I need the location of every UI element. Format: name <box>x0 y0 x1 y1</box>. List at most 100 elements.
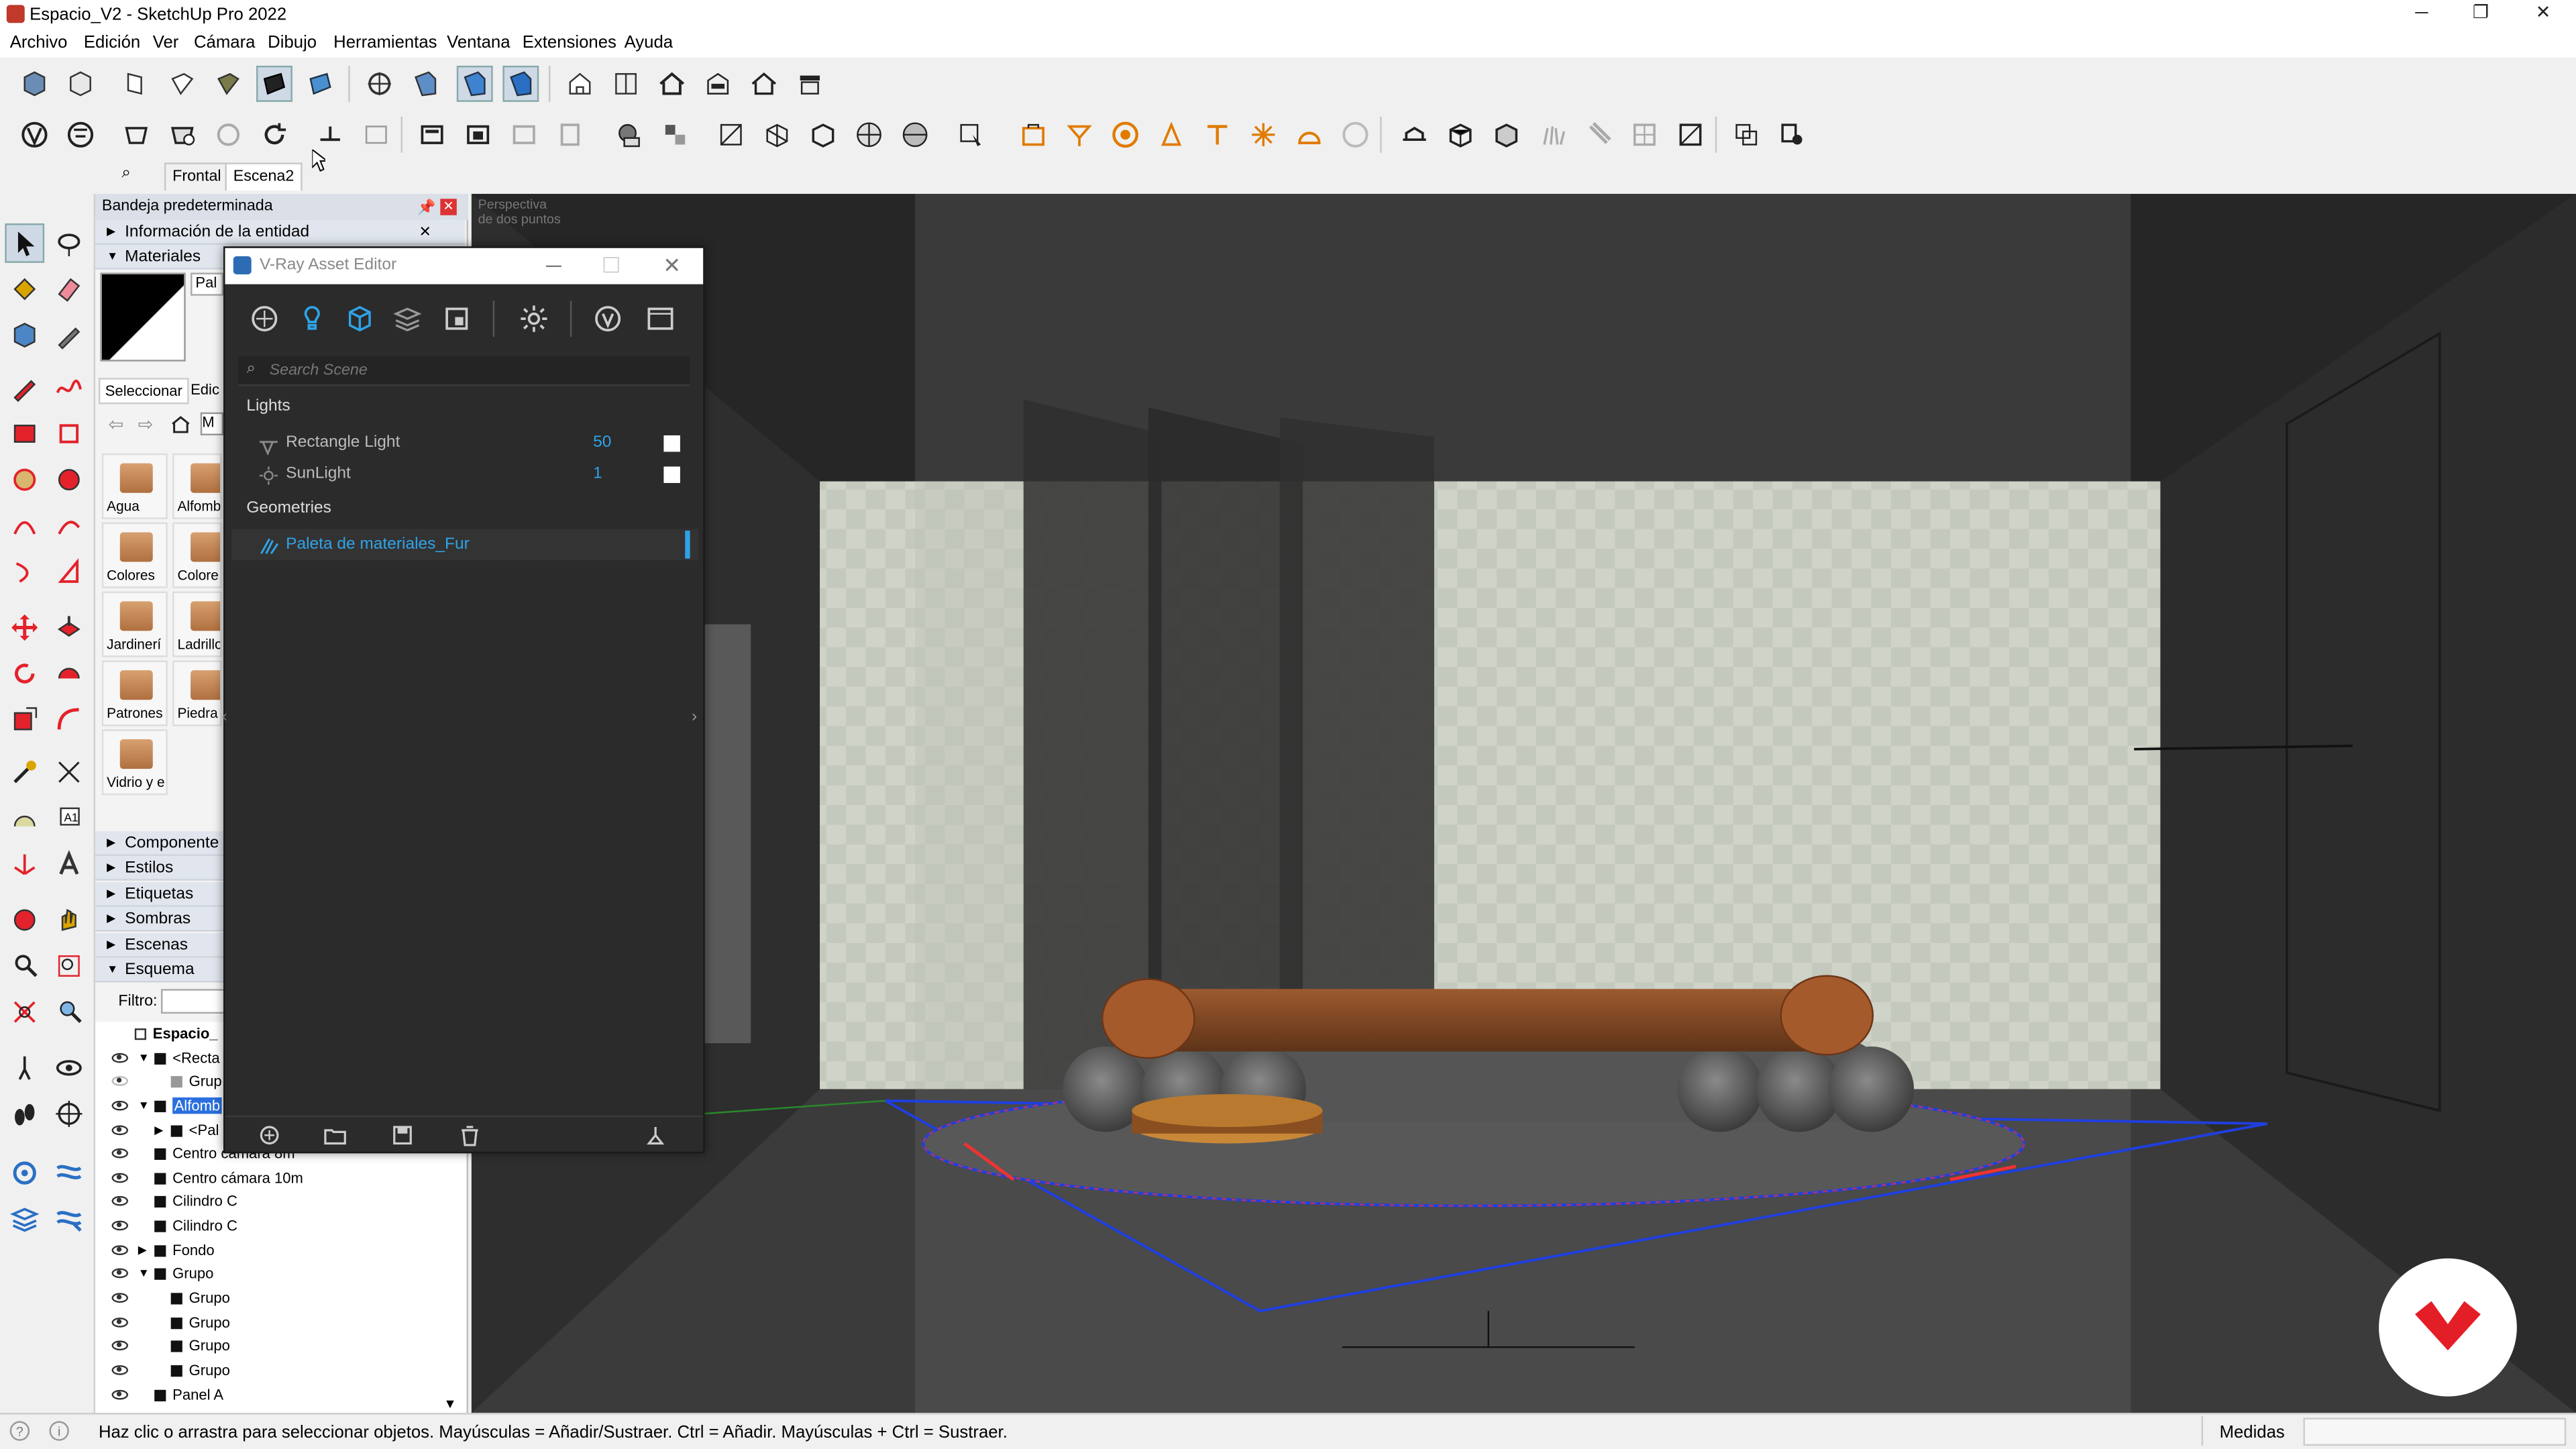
scale-icon[interactable] <box>5 700 44 739</box>
light-row-rectangle[interactable]: Rectangle Light 50 <box>225 427 686 459</box>
section-plane-tool-icon[interactable] <box>49 1094 89 1134</box>
visibility-icon[interactable] <box>111 1220 129 1231</box>
polygon-icon[interactable] <box>49 460 89 500</box>
vray-rect-light-icon[interactable] <box>414 117 450 153</box>
vray-ies-light-icon[interactable] <box>552 117 588 153</box>
scroll-down-icon[interactable]: ▼ <box>443 1397 463 1413</box>
back-arrow-icon[interactable]: ⇦ <box>109 414 124 435</box>
visibility-icon[interactable] <box>111 1148 129 1159</box>
zoom-extents-icon[interactable] <box>5 992 44 1032</box>
open-folder-icon[interactable] <box>323 1124 346 1146</box>
vray-settings-icon[interactable] <box>1774 117 1811 153</box>
vray-fur-icon[interactable] <box>1397 117 1433 153</box>
home-icon[interactable] <box>654 66 690 102</box>
vray-clipper-icon[interactable] <box>759 117 795 153</box>
material-folder-vidrio[interactable]: Vidrio y e <box>101 729 168 796</box>
section-plane-icon[interactable] <box>362 66 398 102</box>
select-tool-icon[interactable] <box>5 223 45 263</box>
vray-light-disabled-icon[interactable] <box>1337 117 1373 153</box>
vray-enmesh-icon[interactable] <box>1626 117 1662 153</box>
vray-volume-icon[interactable] <box>1672 117 1709 153</box>
rotated-rectangle-icon[interactable] <box>49 414 89 453</box>
search-icon[interactable]: ⌕ <box>121 164 141 184</box>
visibility-icon[interactable] <box>111 1268 129 1279</box>
top-view-icon[interactable] <box>62 66 99 102</box>
tab-seleccionar[interactable]: Seleccionar <box>98 378 189 405</box>
protractor-icon[interactable] <box>5 798 44 838</box>
front-view-icon[interactable] <box>118 66 154 102</box>
zoom-icon[interactable] <box>5 947 44 986</box>
restore-button[interactable]: ❐ <box>2451 0 2510 30</box>
visibility-icon[interactable] <box>111 1389 129 1400</box>
pan-icon[interactable] <box>49 900 89 940</box>
add-asset-icon[interactable] <box>258 1124 280 1146</box>
tab-escena2[interactable]: Escena2 <box>225 162 303 191</box>
text-icon[interactable]: A1 <box>49 798 89 838</box>
light-color-swatch[interactable] <box>663 466 680 483</box>
visibility-icon[interactable] <box>111 1293 129 1303</box>
vray-dome-light-icon[interactable] <box>1108 117 1144 153</box>
zoom-window-icon[interactable] <box>49 947 89 986</box>
outliner-row[interactable]: Grupo <box>95 1358 466 1383</box>
component-icon[interactable] <box>5 315 44 355</box>
sandbox-icon[interactable] <box>5 1153 44 1193</box>
pencil-icon[interactable] <box>5 368 44 408</box>
material-folder-piedra[interactable]: Piedra <box>172 660 222 727</box>
vray-mesh-icon[interactable] <box>805 117 841 153</box>
vray-interactive-icon[interactable] <box>62 117 99 153</box>
outliner-row[interactable]: Grupo <box>95 1334 466 1359</box>
outliner-row[interactable]: Grupo <box>95 1287 466 1311</box>
material-folder-agua[interactable]: Agua <box>101 453 168 519</box>
visibility-icon[interactable] <box>111 1195 129 1206</box>
tape-icon[interactable] <box>5 753 44 792</box>
visibility-icon[interactable] <box>111 1245 129 1256</box>
move-icon[interactable] <box>5 608 44 647</box>
save-icon[interactable] <box>391 1124 414 1146</box>
material-folder-ladrillo[interactable]: Ladrillo <box>172 591 222 657</box>
vray-denoiser-icon[interactable] <box>358 117 394 153</box>
visibility-icon[interactable] <box>111 1318 129 1328</box>
section-cut-icon[interactable] <box>407 66 443 102</box>
iso-view-icon[interactable] <box>16 66 52 102</box>
menu-extensiones[interactable]: Extensiones <box>523 33 616 52</box>
tape-measure-icon[interactable] <box>49 315 89 355</box>
search-scene-box[interactable]: ⌕ Search Scene <box>238 356 690 386</box>
outliner-row[interactable]: ▼ Grupo <box>95 1262 466 1287</box>
two-point-arc-icon[interactable] <box>49 506 89 545</box>
collapse-left-icon[interactable]: ‹ <box>222 708 227 727</box>
layers-icon[interactable] <box>5 1199 44 1239</box>
previous-view-icon[interactable] <box>49 992 89 1032</box>
section-fill-icon[interactable] <box>502 65 539 102</box>
section-display-icon[interactable] <box>456 65 493 102</box>
outliner-row[interactable]: Grupo <box>95 1311 466 1336</box>
vray-minimize-button[interactable]: ─ <box>526 248 582 284</box>
axes-icon[interactable] <box>5 845 44 884</box>
roof-icon[interactable] <box>792 66 828 102</box>
freehand-icon[interactable] <box>49 368 89 408</box>
3d-text-icon[interactable] <box>49 845 89 884</box>
eraser-icon[interactable] <box>49 270 89 309</box>
frame-buffer-icon[interactable] <box>643 301 679 337</box>
panel-entity-info[interactable]: ▶ Información de la entidad ✕ <box>95 220 466 245</box>
vray-render-icon[interactable] <box>16 117 52 153</box>
vray-batch-render-icon[interactable] <box>164 117 201 153</box>
visibility-hidden-icon[interactable] <box>111 1076 129 1086</box>
geometry-row-fur[interactable]: Paleta de materiales_Fur <box>231 529 698 561</box>
measurements-input[interactable] <box>2303 1417 2567 1446</box>
three-point-arc-icon[interactable] <box>5 552 44 592</box>
vray-help-icon[interactable] <box>1728 117 1764 153</box>
warehouse-icon[interactable] <box>562 66 598 102</box>
menu-ver[interactable]: Ver <box>153 33 179 52</box>
offset-icon[interactable] <box>49 700 89 739</box>
orbit-icon[interactable] <box>5 900 44 940</box>
light-color-swatch[interactable] <box>663 435 680 452</box>
outliner-row[interactable]: Panel A <box>95 1383 466 1408</box>
material-folder-colores[interactable]: Colores <box>101 522 168 588</box>
pin-icon[interactable]: 📌 <box>417 194 435 220</box>
arc-icon[interactable] <box>5 506 44 545</box>
rectangle-icon[interactable] <box>5 414 44 453</box>
vray-lister-icon[interactable] <box>312 117 348 153</box>
vray-render-cloud-icon[interactable] <box>210 117 246 153</box>
textures-icon[interactable] <box>439 301 475 337</box>
house-outline-icon[interactable] <box>746 66 782 102</box>
